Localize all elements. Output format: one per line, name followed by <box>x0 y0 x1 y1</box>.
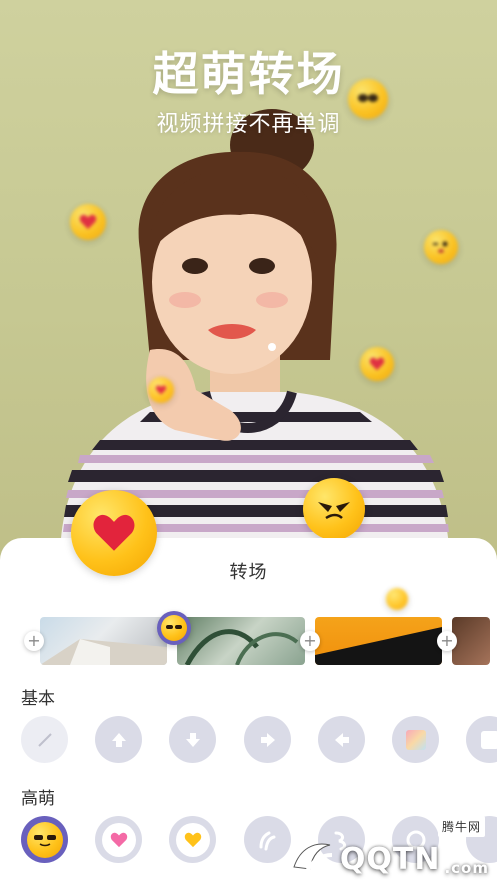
basic-transitions-row <box>0 716 497 772</box>
floating-wink-emoji <box>424 230 458 264</box>
watermark-tag: 腾牛网 <box>437 816 485 837</box>
watermark: QQTN .com 腾牛网 <box>290 816 489 877</box>
floating-heart-emoji-2 <box>360 347 394 381</box>
transition-up-button[interactable] <box>95 716 142 763</box>
square-icon <box>480 730 497 749</box>
floating-cool-emoji <box>348 79 388 119</box>
watermark-logo-icon <box>293 843 332 874</box>
page-subtitle: 视频拼接不再单调 <box>156 112 341 137</box>
section-label-cute: 高萌 <box>21 789 55 809</box>
sunglasses-emoji-icon <box>26 821 63 858</box>
section-label-basic: 基本 <box>21 689 55 709</box>
clip-thumbnail-2[interactable] <box>177 617 305 665</box>
left-arrow-icon <box>334 732 349 747</box>
add-transition-button-2[interactable]: + <box>300 631 320 651</box>
clip-thumbnail-4[interactable] <box>452 617 490 665</box>
hero-banner: 超萌转场 视频拼接不再单调 <box>0 0 497 560</box>
transition-cool-face-button[interactable] <box>21 816 68 863</box>
paw-icon <box>259 831 275 850</box>
clip-timeline: + + + <box>0 611 497 665</box>
big-heart-emoji <box>71 490 157 576</box>
clip-thumbnail-1[interactable] <box>40 617 167 665</box>
watermark-suffix: .com <box>444 859 489 877</box>
transition-fade-button[interactable] <box>392 716 439 763</box>
clip-thumbnail-3[interactable] <box>315 617 442 665</box>
up-arrow-icon <box>111 732 126 747</box>
transition-yellow-heart-button[interactable] <box>169 816 216 863</box>
pink-heart-icon <box>101 822 136 857</box>
page-title: 超萌转场 <box>152 47 345 101</box>
transition-left-button[interactable] <box>318 716 365 763</box>
watermark-brand: QQTN <box>339 842 441 877</box>
yellow-heart-icon <box>175 822 210 857</box>
floating-heart-emoji <box>70 204 106 240</box>
transition-right-button[interactable] <box>244 716 291 763</box>
transition-square-button[interactable] <box>466 716 497 763</box>
floating-tiny-emoji <box>386 588 408 610</box>
add-transition-button-3[interactable]: + <box>437 631 457 651</box>
down-arrow-icon <box>185 732 200 747</box>
transition-none-button[interactable] <box>21 716 68 763</box>
transition-pink-heart-button[interactable] <box>95 816 142 863</box>
right-arrow-icon <box>260 732 275 747</box>
selected-transition-marker[interactable] <box>157 611 191 645</box>
transition-paw-button[interactable] <box>244 816 291 863</box>
add-transition-button-1[interactable]: + <box>24 631 44 651</box>
panel-title: 转场 <box>229 562 268 583</box>
floating-sunglasses-emoji <box>303 478 365 540</box>
transition-panel: 转场 + + + 基本 高萌 <box>0 538 497 883</box>
transition-down-button[interactable] <box>169 716 216 763</box>
floating-small-emoji <box>148 377 174 403</box>
gradient-square-icon <box>405 729 426 750</box>
